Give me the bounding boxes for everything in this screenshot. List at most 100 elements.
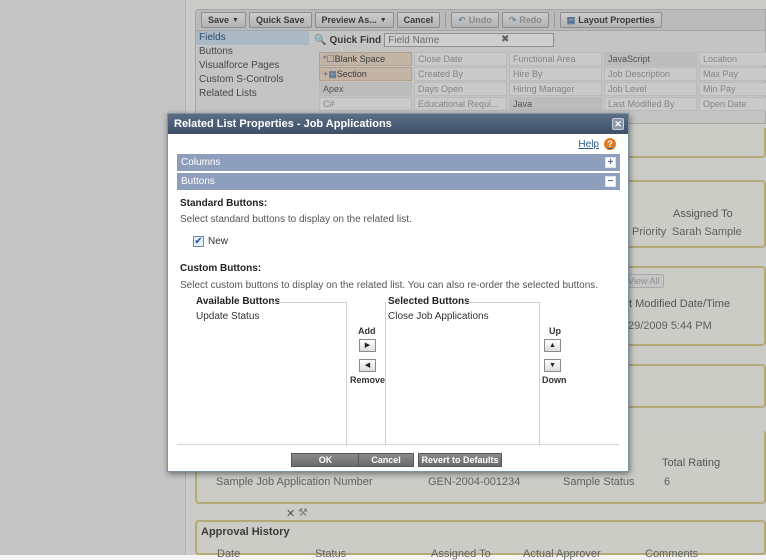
approval-column-comments: Comments bbox=[645, 548, 699, 560]
palette-item[interactable]: Days Open bbox=[414, 82, 507, 96]
palette-item[interactable]: Close Date bbox=[414, 52, 507, 66]
dialog-footer-divider bbox=[177, 444, 619, 445]
palette-category-s-controls[interactable]: Custom S-Controls bbox=[196, 73, 309, 87]
clear-search-icon[interactable]: ✖ bbox=[501, 34, 509, 45]
approval-column-status: Status bbox=[315, 548, 347, 560]
undo-icon: ↶ bbox=[458, 14, 466, 25]
quick-save-button[interactable]: Quick Save bbox=[248, 12, 312, 28]
chevron-down-icon: ▼ bbox=[379, 16, 387, 24]
palette-category-related-lists[interactable]: Related Lists bbox=[196, 87, 309, 101]
editor-toolbar: Save ▼ Quick Save Preview As... ▼ Cancel ↶… bbox=[195, 9, 766, 31]
available-list-top-border bbox=[273, 302, 346, 303]
toolbar-divider bbox=[445, 12, 447, 28]
palette-item[interactable]: Min Pay bbox=[699, 82, 766, 96]
available-button-item[interactable]: Update Status bbox=[196, 311, 259, 322]
undo-button[interactable]: ↶ Undo bbox=[451, 12, 499, 28]
palette-item[interactable]: +▦Section bbox=[319, 67, 412, 81]
available-list-right-border bbox=[346, 302, 347, 446]
approval-column-assigned-to: Assigned To bbox=[431, 548, 491, 560]
cell-last-modified: 29/2009 5:44 PM bbox=[628, 320, 712, 332]
cell-priority: Priority bbox=[632, 226, 667, 238]
selected-list-right-border bbox=[539, 302, 540, 446]
revert-to-defaults-button[interactable]: Revert to Defaults bbox=[418, 453, 502, 467]
chevron-down-icon[interactable]: ▼ bbox=[232, 17, 239, 24]
palette-item[interactable]: Location bbox=[699, 52, 766, 66]
selected-button-item[interactable]: Close Job Applications bbox=[388, 311, 489, 322]
toolbar-divider bbox=[553, 12, 555, 28]
selected-buttons-title: Selected Buttons bbox=[388, 296, 470, 307]
up-label: Up bbox=[549, 326, 561, 336]
palette-item[interactable]: Functional Area bbox=[509, 52, 602, 66]
layout-properties-icon: ▤ bbox=[566, 14, 576, 25]
view-all-button[interactable]: View All bbox=[623, 274, 665, 288]
move-up-button[interactable]: ▲ bbox=[544, 339, 561, 352]
add-arrow-button[interactable]: ▶ bbox=[359, 339, 376, 352]
down-label: Down bbox=[542, 375, 567, 385]
column-header-total-rating: Total Rating bbox=[662, 457, 721, 469]
palette-category-buttons[interactable]: Buttons bbox=[196, 45, 309, 59]
standard-buttons-description: Select standard buttons to display on th… bbox=[180, 214, 412, 225]
preview-as-button[interactable]: Preview As... ▼ bbox=[314, 12, 394, 28]
column-header-last-modified: t Modified Date/Time bbox=[629, 298, 731, 310]
palette-item[interactable]: Apex bbox=[319, 82, 412, 96]
palette-item[interactable]: Hire By bbox=[509, 67, 602, 81]
standard-buttons-heading: Standard Buttons: bbox=[180, 198, 268, 209]
palette-item[interactable]: C# bbox=[319, 97, 412, 111]
custom-buttons-heading: Custom Buttons: bbox=[180, 263, 262, 274]
palette-category-fields[interactable]: Fields bbox=[196, 31, 309, 45]
collapse-icon[interactable]: − bbox=[605, 176, 616, 187]
help-link[interactable]: Help ? bbox=[578, 138, 616, 150]
palette-item[interactable]: *☐Blank Space bbox=[319, 52, 412, 66]
quick-find-label: Quick Find bbox=[329, 34, 382, 46]
cell-job-application-number: Sample Job Application Number bbox=[216, 476, 373, 488]
custom-buttons-description: Select custom buttons to display on the … bbox=[180, 280, 599, 291]
new-button-checkbox[interactable]: ✔ bbox=[193, 236, 204, 247]
palette-item[interactable]: JavaScript bbox=[604, 52, 697, 66]
close-icon[interactable]: ✕ bbox=[612, 118, 624, 130]
remove-section-icon[interactable]: ✕ bbox=[286, 507, 295, 520]
section-icon: +▦ bbox=[323, 69, 337, 79]
buttons-section-header[interactable]: Buttons − bbox=[177, 173, 620, 190]
selected-list-top-border bbox=[465, 302, 539, 303]
palette-item[interactable]: Job Description bbox=[604, 67, 697, 81]
cancel-layout-button[interactable]: Cancel bbox=[396, 12, 441, 28]
redo-button[interactable]: ↷ Redo bbox=[501, 12, 549, 28]
dialog-title-bar: Related List Properties - Job Applicatio… bbox=[168, 114, 628, 134]
palette-category-visualforce[interactable]: Visualforce Pages bbox=[196, 59, 309, 73]
redo-icon: ↷ bbox=[508, 14, 517, 25]
palette-item[interactable]: Hiring Manager bbox=[509, 82, 602, 96]
dialog-title: Related List Properties - Job Applicatio… bbox=[174, 118, 392, 130]
quick-find-input[interactable] bbox=[384, 33, 555, 47]
remove-label: Remove bbox=[350, 375, 386, 385]
layout-properties-button[interactable]: ▤ Layout Properties bbox=[559, 12, 662, 28]
cell-total-rating: 6 bbox=[664, 476, 671, 488]
palette-item[interactable]: Open Date bbox=[699, 97, 766, 111]
palette-item[interactable]: Max Pay bbox=[699, 67, 766, 81]
palette-item[interactable]: Java bbox=[509, 97, 602, 111]
help-icon: ? bbox=[604, 138, 616, 150]
quick-find: 🔍 Quick Find bbox=[314, 33, 555, 47]
palette-categories: Fields Buttons Visualforce Pages Custom … bbox=[196, 31, 309, 101]
cell-assigned-to: Sarah Sample bbox=[672, 226, 742, 238]
palette-item[interactable]: Educational Requi... bbox=[414, 97, 507, 111]
search-icon: 🔍 bbox=[314, 34, 327, 46]
palette-field-grid: *☐Blank Space Close Date Functional Area… bbox=[319, 52, 766, 111]
new-button-label: New bbox=[208, 236, 229, 247]
palette-item[interactable]: Created By bbox=[414, 67, 507, 81]
ok-button[interactable]: OK bbox=[291, 453, 360, 467]
field-palette: Fields Buttons Visualforce Pages Custom … bbox=[195, 31, 766, 124]
remove-arrow-button[interactable]: ◀ bbox=[359, 359, 376, 372]
expand-icon[interactable]: + bbox=[605, 157, 616, 168]
cancel-button[interactable]: Cancel bbox=[358, 453, 414, 467]
palette-item[interactable]: Job Level bbox=[604, 82, 697, 96]
columns-section-header[interactable]: Columns + bbox=[177, 154, 620, 171]
approval-column-date: Date bbox=[217, 548, 241, 560]
save-button[interactable]: Save ▼ bbox=[201, 12, 246, 28]
palette-item[interactable]: Last Modified By bbox=[604, 97, 697, 111]
cell-status: Sample Status bbox=[563, 476, 635, 488]
wrench-icon[interactable]: ⚒ bbox=[298, 506, 308, 519]
column-header-assigned-to: Assigned To bbox=[673, 208, 733, 220]
move-down-button[interactable]: ▼ bbox=[544, 359, 561, 372]
cell-job-application-id: GEN-2004-001234 bbox=[428, 476, 521, 488]
approval-history-title: Approval History bbox=[201, 526, 290, 538]
